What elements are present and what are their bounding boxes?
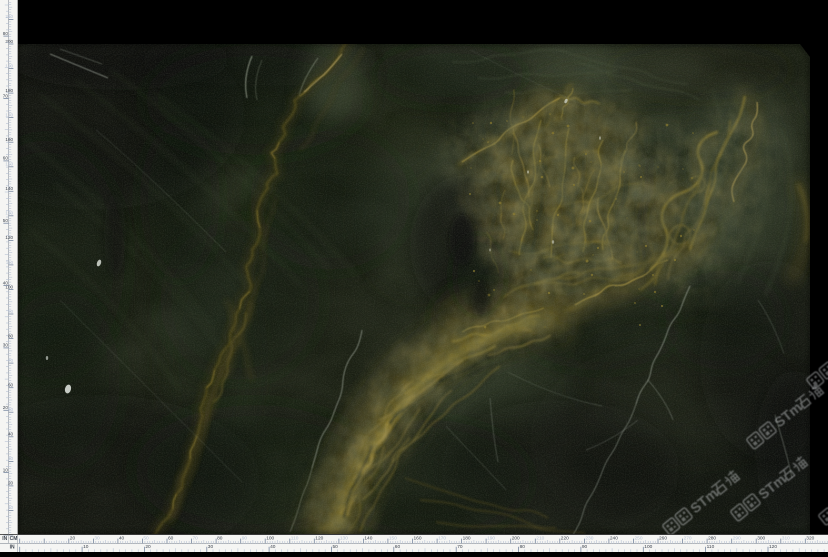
- svg-text:CM: CM: [10, 536, 18, 542]
- svg-text:90: 90: [242, 535, 248, 541]
- svg-text:100: 100: [266, 535, 274, 541]
- svg-text:240: 240: [610, 535, 618, 541]
- svg-text:40: 40: [270, 544, 276, 550]
- svg-text:170: 170: [5, 112, 13, 117]
- svg-text:20: 20: [70, 535, 76, 541]
- svg-text:280: 280: [708, 535, 716, 541]
- svg-text:20: 20: [8, 481, 14, 486]
- svg-text:150: 150: [389, 535, 397, 541]
- svg-text:160: 160: [5, 137, 13, 142]
- svg-text:40: 40: [119, 535, 125, 541]
- svg-text:40: 40: [8, 432, 14, 437]
- svg-text:70: 70: [457, 544, 463, 550]
- svg-text:140: 140: [364, 535, 372, 541]
- svg-text:100: 100: [644, 544, 652, 550]
- svg-text:50: 50: [143, 535, 149, 541]
- svg-text:30: 30: [3, 343, 9, 348]
- svg-text:180: 180: [463, 535, 471, 541]
- svg-text:320: 320: [806, 535, 814, 541]
- svg-text:50: 50: [8, 407, 14, 412]
- svg-text:10: 10: [3, 467, 9, 472]
- svg-text:30: 30: [94, 535, 100, 541]
- svg-text:60: 60: [395, 544, 401, 550]
- svg-text:200: 200: [512, 535, 520, 541]
- svg-text:120: 120: [769, 544, 777, 550]
- svg-text:60: 60: [8, 383, 14, 388]
- svg-text:10: 10: [83, 544, 89, 550]
- svg-text:20: 20: [3, 405, 9, 410]
- svg-text:190: 190: [5, 63, 13, 68]
- svg-text:250: 250: [635, 535, 643, 541]
- svg-text:110: 110: [291, 535, 299, 541]
- svg-text:290: 290: [733, 535, 741, 541]
- svg-text:160: 160: [414, 535, 422, 541]
- svg-text:220: 220: [561, 535, 569, 541]
- svg-text:150: 150: [5, 162, 13, 167]
- svg-text:130: 130: [5, 211, 13, 216]
- svg-text:IN: IN: [2, 536, 7, 542]
- svg-text:IN: IN: [10, 545, 15, 551]
- svg-text:80: 80: [520, 544, 526, 550]
- svg-text:60: 60: [3, 156, 9, 161]
- svg-text:80: 80: [217, 535, 223, 541]
- svg-text:270: 270: [684, 535, 692, 541]
- svg-text:50: 50: [3, 218, 9, 223]
- svg-text:190: 190: [487, 535, 495, 541]
- svg-text:80: 80: [8, 333, 14, 338]
- svg-text:10: 10: [8, 505, 14, 510]
- svg-text:110: 110: [707, 544, 715, 550]
- svg-text:300: 300: [757, 535, 765, 541]
- svg-text:50: 50: [333, 544, 339, 550]
- svg-text:200: 200: [5, 39, 13, 44]
- svg-text:310: 310: [782, 535, 790, 541]
- svg-text:30: 30: [8, 456, 14, 461]
- svg-text:90: 90: [8, 309, 14, 314]
- svg-text:130: 130: [340, 535, 348, 541]
- svg-text:70: 70: [8, 358, 14, 363]
- svg-text:260: 260: [659, 535, 667, 541]
- svg-text:30: 30: [208, 544, 214, 550]
- svg-text:40: 40: [3, 280, 9, 285]
- svg-text:60: 60: [168, 535, 174, 541]
- svg-text:170: 170: [438, 535, 446, 541]
- svg-text:90: 90: [582, 544, 588, 550]
- svg-text:20: 20: [145, 544, 151, 550]
- svg-text:120: 120: [315, 535, 323, 541]
- svg-text:80: 80: [3, 31, 9, 36]
- svg-text:70: 70: [193, 535, 199, 541]
- svg-text:140: 140: [5, 186, 13, 191]
- svg-text:230: 230: [585, 535, 593, 541]
- svg-text:70: 70: [3, 93, 9, 98]
- svg-text:210: 210: [5, 14, 13, 19]
- svg-text:210: 210: [536, 535, 544, 541]
